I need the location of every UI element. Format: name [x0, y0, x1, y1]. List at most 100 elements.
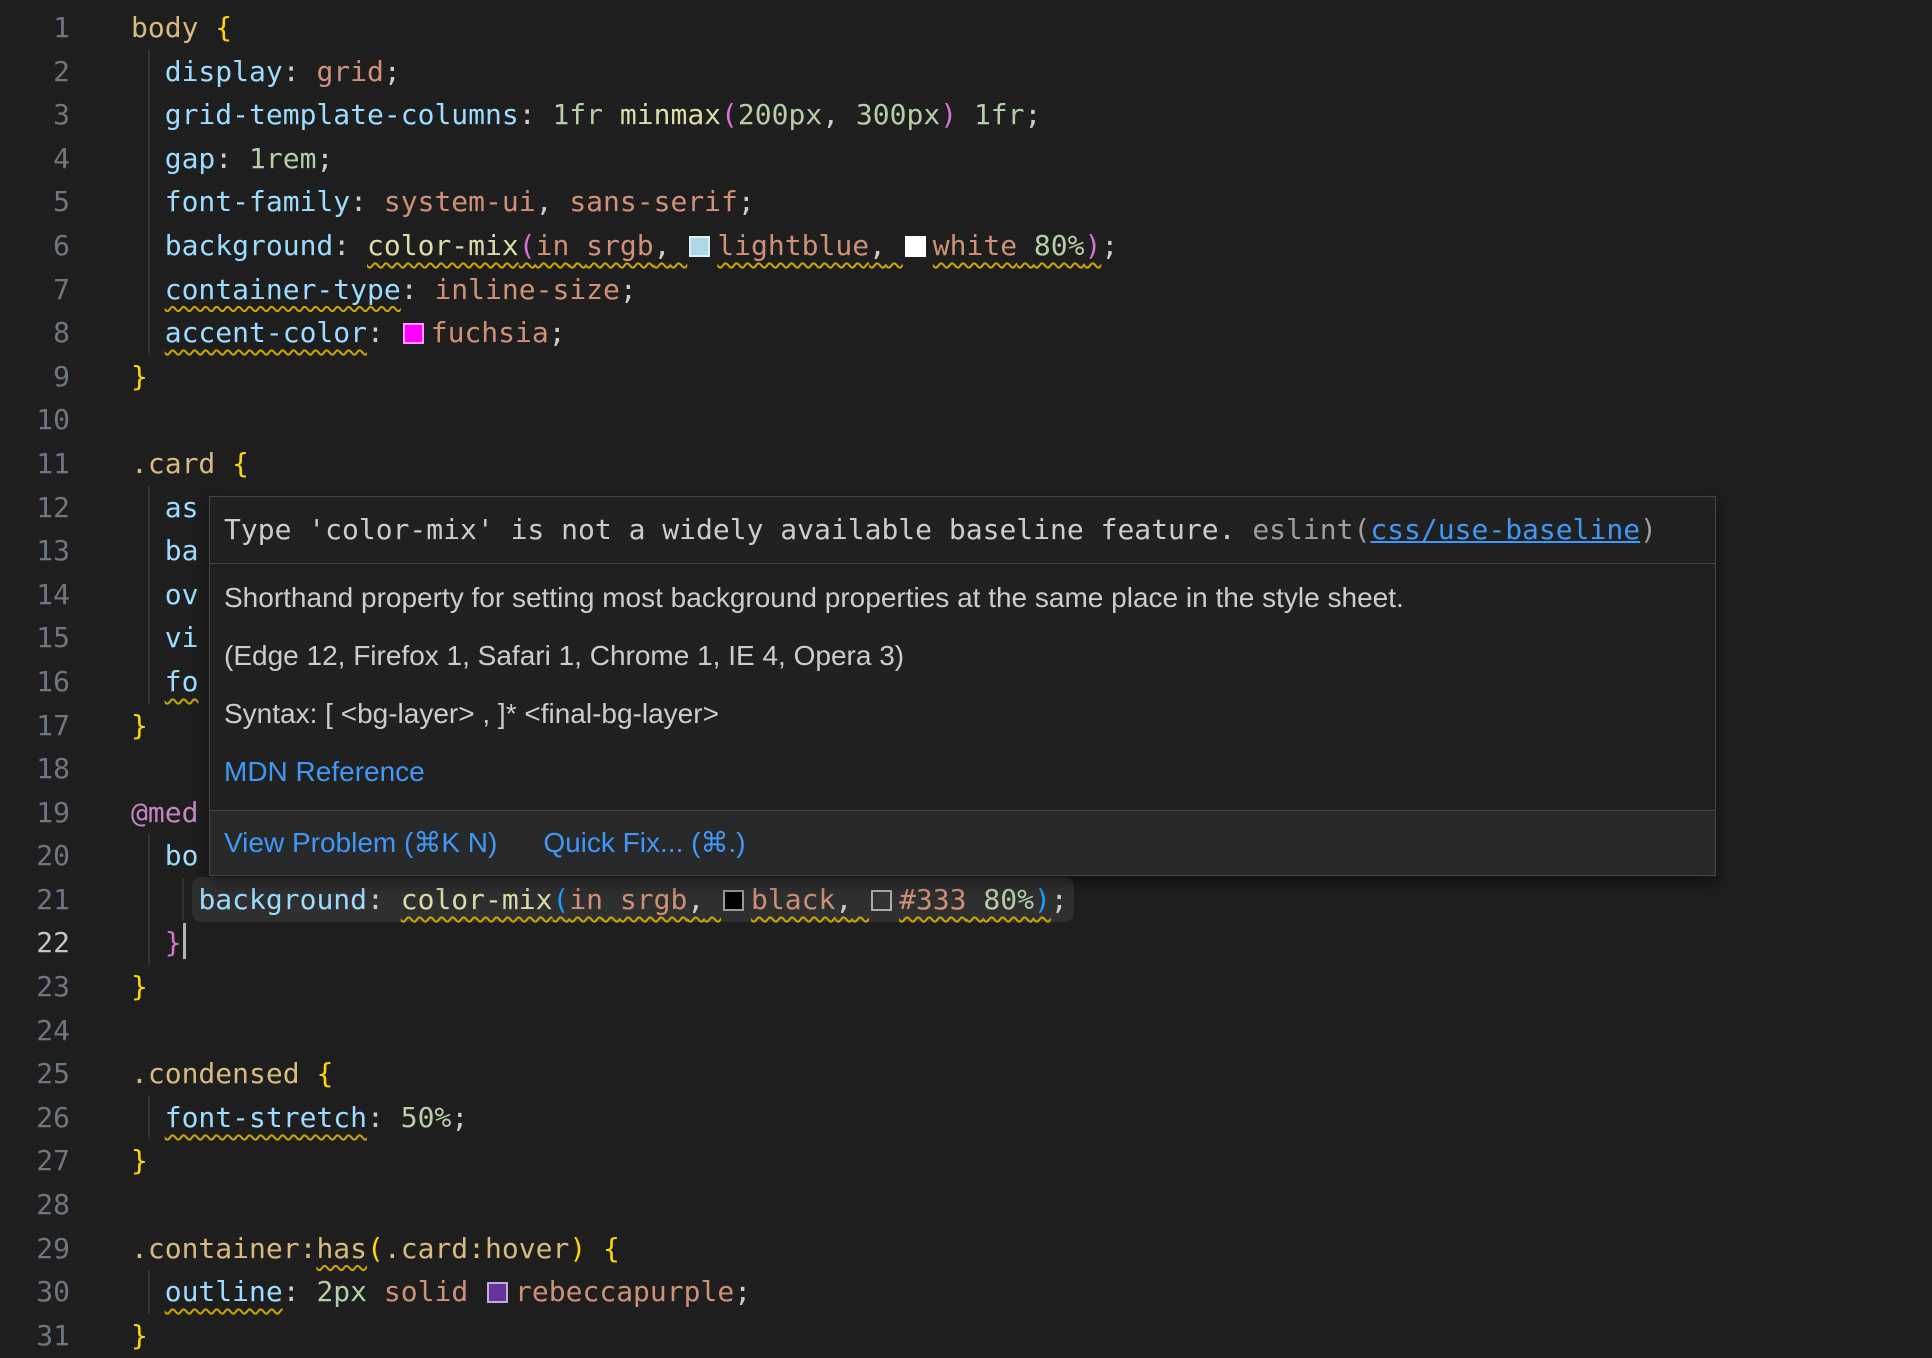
code-token: , — [869, 229, 886, 262]
line-number[interactable]: 2 — [0, 50, 70, 94]
code-token: :hover — [468, 1232, 569, 1265]
line-number[interactable]: 22 — [0, 921, 70, 965]
code-token: .card — [384, 1232, 468, 1265]
code-token: ) — [569, 1232, 586, 1265]
code-token: fuchsia — [431, 316, 549, 349]
code-line-2[interactable]: 2 display: grid; — [0, 50, 1932, 94]
code-line-5[interactable]: 5 font-family: system-ui, sans-serif; — [0, 180, 1932, 224]
code-line-27[interactable]: 27} — [0, 1139, 1932, 1183]
code-token: background — [198, 883, 367, 916]
line-number[interactable]: 17 — [0, 704, 70, 748]
warning-squiggle-range: container-type — [165, 273, 401, 306]
code-line-content — [70, 747, 131, 791]
color-swatch[interactable] — [403, 323, 424, 344]
code-line-content: background: color-mix(in srgb, black, #3… — [70, 878, 1068, 922]
color-swatch[interactable] — [871, 890, 892, 911]
code-token: white — [933, 229, 1017, 262]
line-number[interactable]: 30 — [0, 1270, 70, 1314]
code-line-22[interactable]: 22 } — [0, 921, 1932, 965]
line-number[interactable]: 28 — [0, 1183, 70, 1227]
view-problem-action[interactable]: View Problem (⌘K N) — [224, 823, 497, 863]
line-number[interactable]: 31 — [0, 1314, 70, 1358]
code-token: bo — [165, 839, 199, 872]
code-line-29[interactable]: 29.container:has(.card:hover) { — [0, 1227, 1932, 1271]
code-token: gap — [165, 142, 216, 175]
mdn-reference-link[interactable]: MDN Reference — [224, 752, 425, 792]
line-number[interactable]: 10 — [0, 398, 70, 442]
line-number[interactable]: 16 — [0, 660, 70, 704]
line-number[interactable]: 7 — [0, 268, 70, 312]
code-token: } — [131, 1144, 148, 1177]
code-line-content: accent-color: fuchsia; — [70, 311, 566, 355]
line-number[interactable]: 26 — [0, 1096, 70, 1140]
code-line-25[interactable]: 25.condensed { — [0, 1052, 1932, 1096]
code-token: .container — [131, 1232, 300, 1265]
line-number[interactable]: 24 — [0, 1009, 70, 1053]
code-token: background — [165, 229, 334, 262]
code-line-7[interactable]: 7 container-type: inline-size; — [0, 268, 1932, 312]
line-number[interactable]: 19 — [0, 791, 70, 835]
line-number[interactable]: 12 — [0, 486, 70, 530]
line-number[interactable]: 18 — [0, 747, 70, 791]
line-number[interactable]: 15 — [0, 616, 70, 660]
code-token — [603, 98, 620, 131]
line-number[interactable]: 6 — [0, 224, 70, 268]
line-number[interactable]: 4 — [0, 137, 70, 181]
code-line-9[interactable]: 9} — [0, 355, 1932, 399]
code-line-30[interactable]: 30 outline: 2px solid rebeccapurple; — [0, 1270, 1932, 1314]
code-line-28[interactable]: 28 — [0, 1183, 1932, 1227]
code-token — [670, 229, 687, 262]
code-token — [131, 665, 165, 698]
code-token: srgb — [586, 229, 653, 262]
code-editor[interactable]: 1body {2 display: grid;3 grid-template-c… — [0, 0, 1932, 1358]
line-number[interactable]: 3 — [0, 93, 70, 137]
code-line-content: vi — [70, 616, 198, 660]
problem-rule-link[interactable]: css/use-baseline — [1370, 513, 1640, 546]
line-number[interactable]: 5 — [0, 180, 70, 224]
code-token: ( — [721, 98, 738, 131]
code-line-6[interactable]: 6 background: color-mix(in srgb, lightbl… — [0, 224, 1932, 268]
code-line-24[interactable]: 24 — [0, 1009, 1932, 1053]
code-line-31[interactable]: 31} — [0, 1314, 1932, 1358]
code-line-3[interactable]: 3 grid-template-columns: 1fr minmax(200p… — [0, 93, 1932, 137]
code-token — [839, 98, 856, 131]
code-token — [586, 1232, 603, 1265]
code-line-8[interactable]: 8 accent-color: fuchsia; — [0, 311, 1932, 355]
color-swatch[interactable] — [487, 1282, 508, 1303]
code-token — [552, 185, 569, 218]
line-number[interactable]: 27 — [0, 1139, 70, 1183]
code-line-10[interactable]: 10 — [0, 398, 1932, 442]
code-token: ; — [734, 1275, 751, 1308]
line-number[interactable]: 11 — [0, 442, 70, 486]
line-number[interactable]: 14 — [0, 573, 70, 617]
code-token: ; — [451, 1101, 468, 1134]
code-token — [131, 1101, 165, 1134]
code-token: vi — [165, 621, 199, 654]
line-number[interactable]: 13 — [0, 529, 70, 573]
code-line-content: .card { — [70, 442, 249, 486]
line-number[interactable]: 1 — [0, 6, 70, 50]
quick-fix-action[interactable]: Quick Fix... (⌘.) — [543, 823, 745, 863]
color-swatch[interactable] — [723, 890, 744, 911]
color-swatch[interactable] — [905, 236, 926, 257]
code-line-4[interactable]: 4 gap: 1rem; — [0, 137, 1932, 181]
code-token: ( — [367, 1232, 384, 1265]
hover-browser-support: (Edge 12, Firefox 1, Safari 1, Chrome 1,… — [224, 636, 1701, 676]
line-number[interactable]: 9 — [0, 355, 70, 399]
code-token: , — [654, 229, 671, 262]
code-line-26[interactable]: 26 font-stretch: 50%; — [0, 1096, 1932, 1140]
color-swatch[interactable] — [689, 236, 710, 257]
code-line-11[interactable]: 11.card { — [0, 442, 1932, 486]
code-line-21[interactable]: 21 background: color-mix(in srgb, black,… — [0, 878, 1932, 922]
code-token: grid-template-columns — [165, 98, 519, 131]
code-token: , — [536, 185, 553, 218]
code-line-1[interactable]: 1body { — [0, 6, 1932, 50]
line-number[interactable]: 29 — [0, 1227, 70, 1271]
line-number[interactable]: 21 — [0, 878, 70, 922]
line-number[interactable]: 25 — [0, 1052, 70, 1096]
line-number[interactable]: 8 — [0, 311, 70, 355]
line-number[interactable]: 23 — [0, 965, 70, 1009]
code-line-23[interactable]: 23} — [0, 965, 1932, 1009]
code-token: solid — [384, 1275, 468, 1308]
line-number[interactable]: 20 — [0, 834, 70, 878]
